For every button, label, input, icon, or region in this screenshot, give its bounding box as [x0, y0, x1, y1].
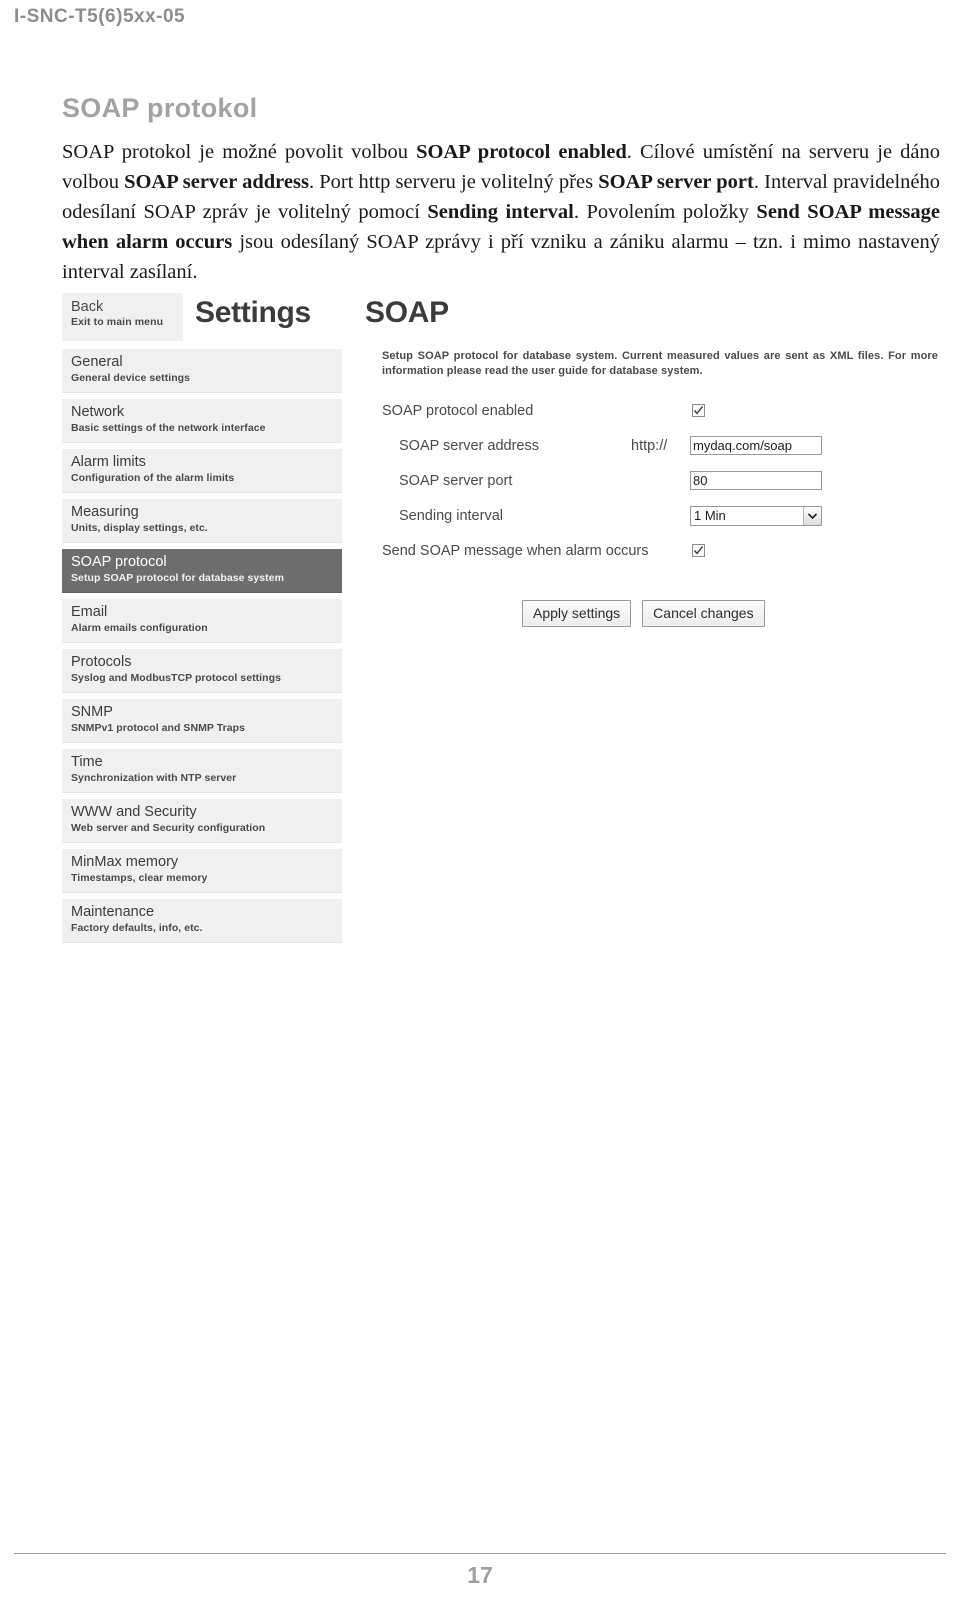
back-button-label: Back	[71, 299, 104, 315]
row-server-address: SOAP server address http:// mydaq.com/so…	[382, 436, 940, 471]
sidebar-item-sublabel: Units, display settings, etc.	[71, 522, 208, 534]
footer-divider	[14, 1553, 946, 1554]
page-title: SOAP protokol	[62, 93, 258, 123]
sidebar-item-sublabel: Web server and Security configuration	[71, 822, 266, 834]
row-sending-interval: Sending interval 1 Min	[382, 506, 940, 541]
sidebar-item-label: SOAP protocol	[71, 554, 167, 570]
sidebar-item-label: Measuring	[71, 504, 139, 520]
document-header-code: I-SNC-T5(6)5xx-05	[14, 6, 186, 27]
sidebar-item-minmax-memory[interactable]: MinMax memory Timestamps, clear memory	[62, 849, 342, 893]
settings-content-pane: Setup SOAP protocol for database system.…	[382, 349, 940, 627]
soap-server-address-prefix: http://	[631, 438, 668, 454]
sending-interval-label: Sending interval	[399, 508, 503, 524]
body-text-run-1: SOAP protokol je možné povolit volbou	[62, 141, 417, 163]
sending-interval-selected-value: 1 Min	[694, 508, 726, 523]
form-action-buttons: Apply settings Cancel changes	[522, 600, 940, 627]
soap-server-address-input[interactable]: mydaq.com/soap	[690, 436, 822, 455]
sidebar-item-network[interactable]: Network Basic settings of the network int…	[62, 399, 342, 443]
body-emphasis-soap-server-address: SOAP server address	[124, 171, 309, 193]
device-ui-screenshot: Back Exit to main menu Settings SOAP Gen…	[62, 293, 940, 953]
sidebar-item-label: Email	[71, 604, 108, 620]
sidebar-item-maintenance[interactable]: Maintenance Factory defaults, info, etc.	[62, 899, 342, 943]
soap-description: Setup SOAP protocol for database system.…	[382, 350, 938, 377]
send-soap-on-alarm-label: Send SOAP message when alarm occurs	[382, 543, 649, 559]
soap-protocol-enabled-checkbox[interactable]	[692, 404, 705, 417]
body-emphasis-soap-server-port: SOAP server port	[598, 171, 754, 193]
body-emphasis-soap-protocol-enabled: SOAP protocol enabled	[416, 141, 627, 163]
soap-server-port-input[interactable]: 80	[690, 471, 822, 490]
row-protocol-enabled: SOAP protocol enabled	[382, 401, 940, 436]
settings-sidebar: General General device settings Network Bas…	[62, 349, 342, 949]
sidebar-item-time[interactable]: Time Synchronization with NTP server	[62, 749, 342, 793]
soap-server-port-label: SOAP server port	[399, 473, 513, 489]
body-text-run-3: . Port http serveru je volitelný přes	[308, 171, 599, 193]
sidebar-item-alarm-limits[interactable]: Alarm limits Configuration of the alarm l…	[62, 449, 342, 493]
sidebar-item-sublabel: SNMPv1 protocol and SNMP Traps	[71, 722, 246, 734]
sidebar-item-sublabel: Synchronization with NTP server	[71, 772, 237, 784]
cancel-changes-button[interactable]: Cancel changes	[642, 600, 765, 627]
sidebar-item-sublabel: Alarm emails configuration	[71, 622, 208, 634]
back-button-sublabel: Exit to main menu	[71, 316, 164, 328]
checkmark-icon	[693, 546, 704, 555]
sidebar-item-label: General	[71, 354, 123, 370]
sidebar-item-label: MinMax memory	[71, 854, 179, 870]
sidebar-item-protocols[interactable]: Protocols Syslog and ModbusTCP protocol s…	[62, 649, 342, 693]
body-emphasis-sending-interval: Sending interval	[427, 201, 574, 223]
row-server-port: SOAP server port 80	[382, 471, 940, 506]
sidebar-item-sublabel: Syslog and ModbusTCP protocol settings	[71, 672, 281, 684]
sidebar-item-label: Network	[71, 404, 125, 420]
sidebar-item-label: Protocols	[71, 654, 132, 670]
screenshot-title: Settings	[195, 296, 311, 329]
checkmark-icon	[693, 406, 704, 415]
screenshot-topbar: Back Exit to main menu Settings SOAP	[62, 293, 940, 341]
sidebar-item-sublabel: Configuration of the alarm limits	[71, 472, 235, 484]
sidebar-item-email[interactable]: Email Alarm emails configuration	[62, 599, 342, 643]
sidebar-item-soap-protocol[interactable]: SOAP protocol Setup SOAP protocol for dat…	[62, 549, 342, 593]
sidebar-item-sublabel: Setup SOAP protocol for database system	[71, 572, 284, 584]
apply-settings-button[interactable]: Apply settings	[522, 600, 632, 627]
sidebar-item-sublabel: General device settings	[71, 372, 191, 384]
sidebar-item-label: WWW and Security	[71, 804, 197, 820]
soap-protocol-enabled-label: SOAP protocol enabled	[382, 403, 534, 419]
sidebar-item-sublabel: Factory defaults, info, etc.	[71, 922, 203, 934]
sidebar-item-measuring[interactable]: Measuring Units, display settings, etc.	[62, 499, 342, 543]
chevron-down-glyph	[808, 513, 817, 519]
sidebar-item-sublabel: Basic settings of the network interface	[71, 422, 266, 434]
screenshot-subtitle: SOAP	[365, 296, 449, 329]
chevron-down-icon[interactable]	[803, 507, 821, 525]
sidebar-item-www-and-security[interactable]: WWW and Security Web server and Security …	[62, 799, 342, 843]
body-text-run-5: . Povolením položky	[573, 201, 757, 223]
sidebar-item-snmp[interactable]: SNMP SNMPv1 protocol and SNMP Traps	[62, 699, 342, 743]
page-number: 17	[467, 1562, 493, 1588]
send-soap-on-alarm-checkbox[interactable]	[692, 544, 705, 557]
sending-interval-select[interactable]: 1 Min	[690, 506, 822, 526]
row-alarm-message: Send SOAP message when alarm occurs	[382, 541, 940, 576]
sidebar-item-sublabel: Timestamps, clear memory	[71, 872, 208, 884]
sidebar-item-general[interactable]: General General device settings	[62, 349, 342, 393]
sidebar-item-label: SNMP	[71, 704, 113, 720]
sidebar-item-label: Time	[71, 754, 103, 770]
sidebar-item-label: Alarm limits	[71, 454, 146, 470]
back-button[interactable]: Back Exit to main menu	[62, 293, 183, 341]
soap-server-address-label: SOAP server address	[399, 438, 539, 454]
soap-settings-form: SOAP protocol enabled SOAP server addres…	[382, 401, 940, 627]
body-paragraph: SOAP protokol je možné povolit volbou SO…	[62, 137, 940, 287]
sidebar-item-label: Maintenance	[71, 904, 155, 920]
